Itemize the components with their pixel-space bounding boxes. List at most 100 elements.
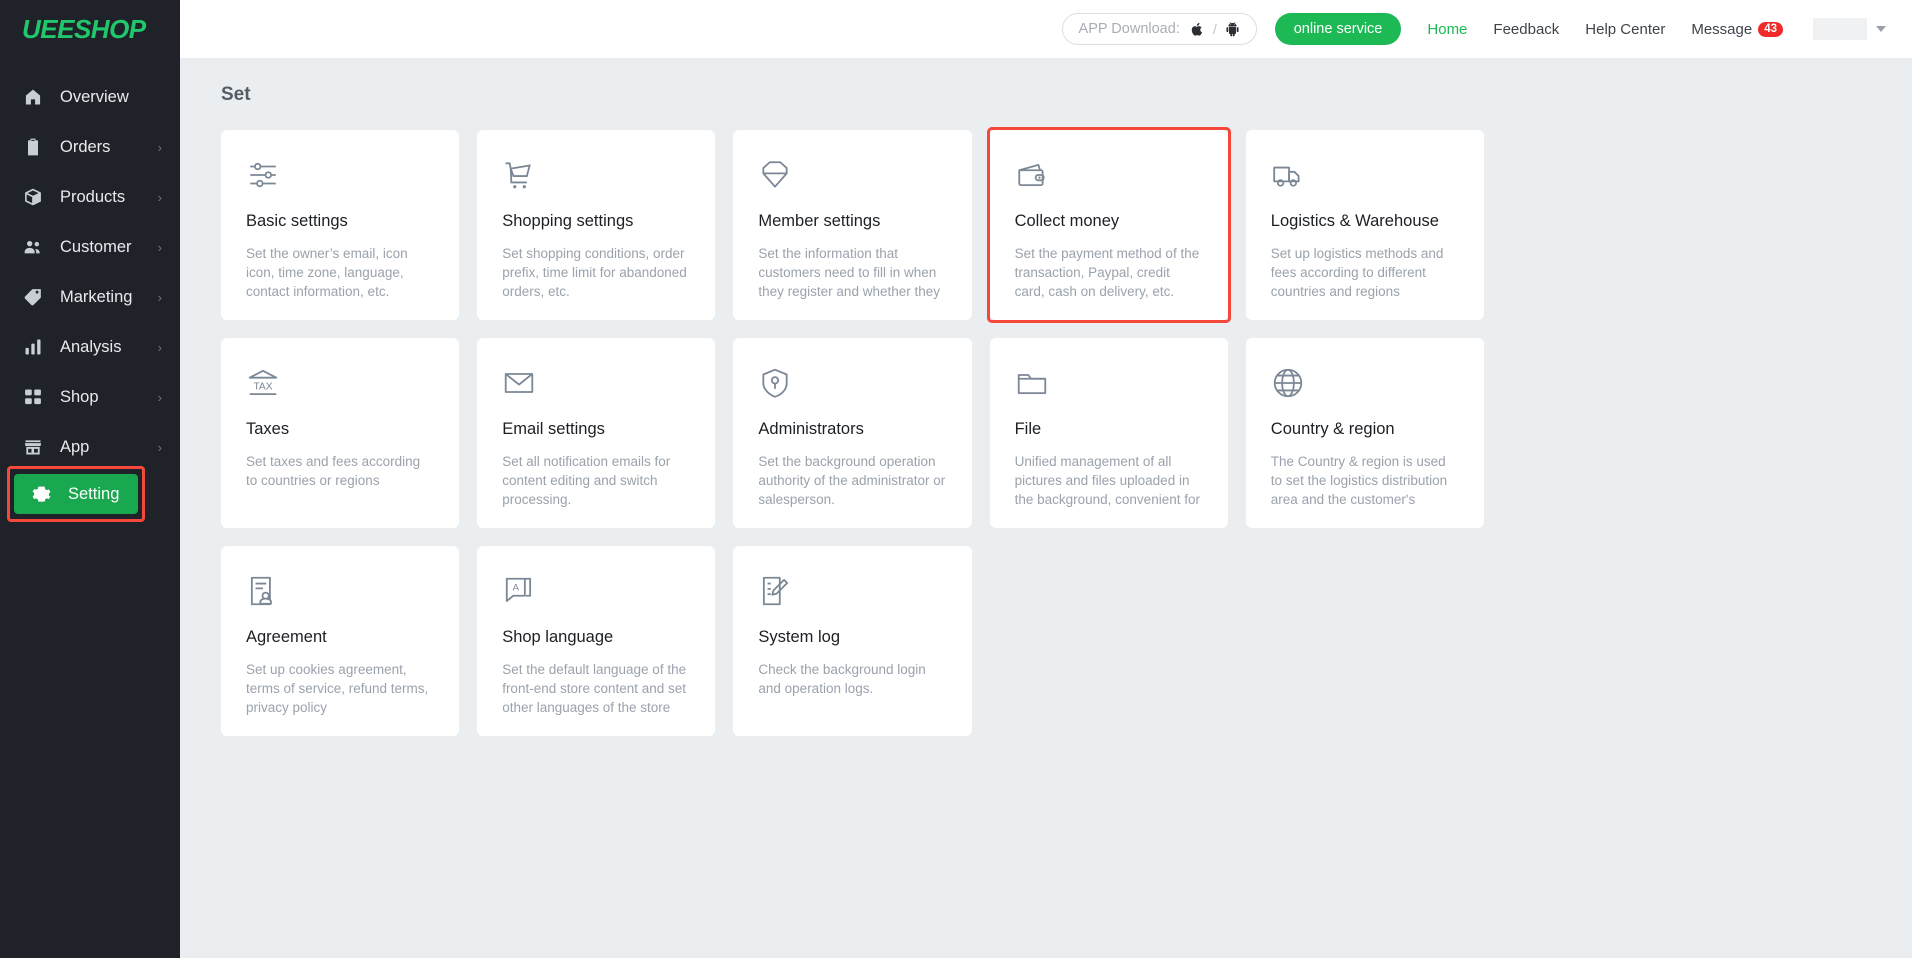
card-description: Set the payment method of the transactio… bbox=[1014, 246, 1200, 300]
page-title: Set bbox=[221, 84, 251, 105]
sidebar-item-setting-button[interactable]: Setting bbox=[7, 466, 145, 522]
card-system-log[interactable]: System log Check the background login an… bbox=[733, 546, 972, 736]
sidebar-item-overview[interactable]: Overview bbox=[0, 72, 180, 122]
diamond-icon bbox=[758, 158, 946, 196]
chevron-right-icon: › bbox=[157, 439, 162, 455]
app-download-label: APP Download: bbox=[1078, 21, 1180, 37]
card-shopping-settings[interactable]: Shopping settings Set shopping condition… bbox=[477, 130, 716, 320]
card-title: File bbox=[1014, 420, 1042, 438]
app-download-pill[interactable]: APP Download: / bbox=[1061, 13, 1257, 45]
card-title: Country & region bbox=[1270, 420, 1395, 438]
card-country-region[interactable]: Country & region The Country & region is… bbox=[1245, 338, 1484, 528]
content-area: Set Basic settings Set the owner’s email… bbox=[180, 58, 1912, 958]
card-shop-language[interactable]: A Shop language Set the default language… bbox=[477, 546, 716, 736]
sidebar-item-orders[interactable]: Orders › bbox=[0, 122, 180, 172]
card-title: Agreement bbox=[246, 628, 327, 646]
chevron-right-icon: › bbox=[157, 389, 162, 405]
card-agreement[interactable]: Agreement Set up cookies agreement, term… bbox=[221, 546, 460, 736]
sidebar-item-marketing[interactable]: Marketing › bbox=[0, 272, 180, 322]
chevron-right-icon: › bbox=[157, 139, 162, 155]
card-title: Shopping settings bbox=[502, 212, 634, 230]
topbar-link-feedback[interactable]: Feedback bbox=[1493, 21, 1559, 38]
card-description: Set taxes and fees according to countrie… bbox=[246, 454, 421, 489]
gear-icon bbox=[30, 483, 52, 505]
envelope-icon bbox=[502, 366, 690, 404]
card-member-settings[interactable]: Member settings Set the information that… bbox=[733, 130, 972, 320]
card-logistics-warehouse[interactable]: Logistics & Warehouse Set up logistics m… bbox=[1245, 130, 1484, 320]
truck-icon bbox=[1271, 158, 1459, 196]
bar-chart-icon bbox=[22, 336, 44, 358]
sidebar-item-label: Analysis bbox=[60, 337, 122, 356]
globe-icon bbox=[1271, 366, 1459, 404]
card-title: Collect money bbox=[1014, 212, 1120, 230]
sidebar-item-label: Orders bbox=[60, 137, 111, 156]
chevron-down-icon[interactable] bbox=[1876, 26, 1886, 32]
card-description: Set shopping conditions, order prefix, t… bbox=[502, 246, 687, 300]
card-description: Unified management of all pictures and f… bbox=[1014, 454, 1200, 508]
card-title: Taxes bbox=[246, 420, 290, 438]
brand-logo-text: UEESHOP bbox=[22, 13, 146, 44]
sidebar-item-label: Products bbox=[60, 187, 126, 206]
home-icon bbox=[22, 86, 44, 108]
android-icon[interactable] bbox=[1225, 21, 1240, 38]
card-description: Set the owner’s email, icon icon, time z… bbox=[246, 246, 408, 300]
card-description: Set up logistics methods and fees accord… bbox=[1270, 246, 1444, 300]
card-description: Check the background login and operation… bbox=[758, 662, 926, 697]
sidebar: UEESHOP Overview Orders › Products › Cus… bbox=[0, 0, 180, 958]
shopping-cart-icon bbox=[502, 158, 690, 196]
topbar: APP Download: / online service Home Feed… bbox=[180, 0, 1912, 58]
card-taxes[interactable]: TAX Taxes Set taxes and fees according t… bbox=[221, 338, 460, 528]
card-title: System log bbox=[758, 628, 841, 646]
brand-logo[interactable]: UEESHOP bbox=[0, 0, 180, 58]
topbar-link-home[interactable]: Home bbox=[1427, 21, 1467, 38]
folder-icon bbox=[1015, 366, 1203, 404]
app-download-separator: / bbox=[1212, 21, 1217, 37]
box-icon bbox=[22, 186, 44, 208]
sidebar-item-shop[interactable]: Shop › bbox=[0, 372, 180, 422]
card-title: Basic settings bbox=[246, 212, 348, 230]
sidebar-item-label: Overview bbox=[60, 87, 129, 106]
card-collect-money[interactable]: Collect money Set the payment method of … bbox=[986, 127, 1232, 323]
chevron-right-icon: › bbox=[157, 239, 162, 255]
card-description: Set the information that customers need … bbox=[758, 246, 940, 300]
chevron-right-icon: › bbox=[157, 339, 162, 355]
settings-card-grid: Basic settings Set the owner’s email, ic… bbox=[221, 127, 1484, 736]
clipboard-icon bbox=[22, 136, 44, 158]
grid-icon bbox=[22, 386, 44, 408]
sidebar-nav: Overview Orders › Products › Customer › … bbox=[0, 72, 180, 524]
apple-icon[interactable] bbox=[1190, 21, 1205, 38]
users-icon bbox=[22, 236, 44, 258]
topbar-link-message[interactable]: Message 43 bbox=[1691, 21, 1783, 38]
svg-text:TAX: TAX bbox=[253, 381, 272, 392]
sidebar-item-label: App bbox=[60, 437, 90, 456]
card-description: Set up cookies agreement, terms of servi… bbox=[246, 662, 429, 716]
sidebar-item-products[interactable]: Products › bbox=[0, 172, 180, 222]
card-title: Logistics & Warehouse bbox=[1270, 212, 1439, 230]
card-title: Email settings bbox=[502, 420, 605, 438]
card-administrators[interactable]: Administrators Set the background operat… bbox=[733, 338, 972, 528]
sidebar-item-label: Setting bbox=[68, 484, 120, 503]
svg-text:A: A bbox=[513, 582, 520, 593]
chevron-right-icon: › bbox=[157, 189, 162, 205]
message-count-badge: 43 bbox=[1758, 21, 1783, 37]
sidebar-item-analysis[interactable]: Analysis › bbox=[0, 322, 180, 372]
sidebar-item-setting[interactable]: Setting bbox=[7, 466, 172, 524]
language-icon: A bbox=[502, 574, 690, 612]
user-menu[interactable] bbox=[1813, 18, 1886, 40]
app-root: UEESHOP Overview Orders › Products › Cus… bbox=[0, 0, 1912, 958]
topbar-link-help-center[interactable]: Help Center bbox=[1585, 21, 1665, 38]
online-service-button[interactable]: online service bbox=[1274, 13, 1402, 45]
sidebar-item-app[interactable]: App › bbox=[0, 422, 180, 472]
card-file[interactable]: File Unified management of all pictures … bbox=[989, 338, 1228, 528]
card-email-settings[interactable]: Email settings Set all notification emai… bbox=[477, 338, 716, 528]
card-description: Set the background operation authority o… bbox=[758, 454, 946, 508]
sidebar-item-customer[interactable]: Customer › bbox=[0, 222, 180, 272]
document-person-icon bbox=[246, 574, 434, 612]
note-pencil-icon bbox=[758, 574, 946, 612]
storefront-icon bbox=[22, 436, 44, 458]
card-description: Set the default language of the front-en… bbox=[502, 662, 687, 716]
avatar bbox=[1813, 18, 1867, 40]
sliders-icon bbox=[246, 158, 434, 196]
card-basic-settings[interactable]: Basic settings Set the owner’s email, ic… bbox=[221, 130, 460, 320]
sidebar-item-label: Shop bbox=[60, 387, 99, 406]
